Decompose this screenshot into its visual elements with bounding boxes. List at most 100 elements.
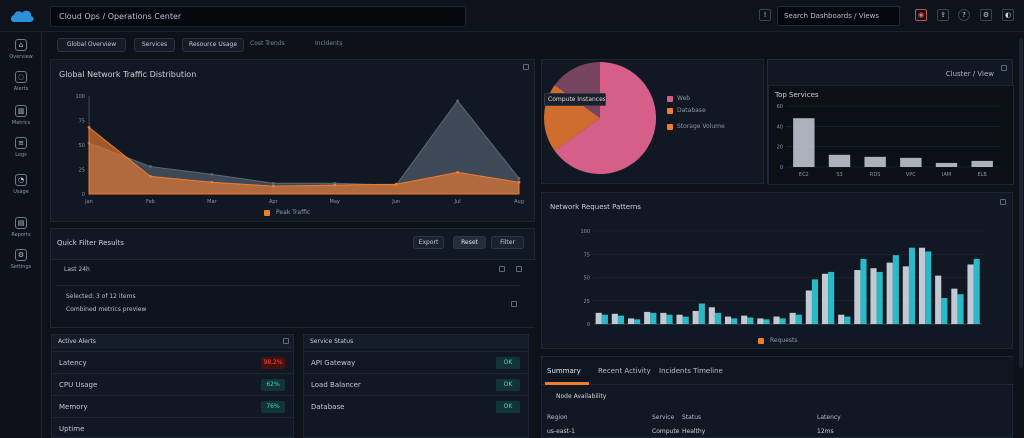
subnav-link-incidents[interactable]: Incidents: [315, 40, 342, 47]
alerts-list-title: Active Alerts: [58, 338, 96, 345]
metric-bar: [821, 273, 829, 324]
list-item[interactable]: Database OK: [304, 395, 528, 417]
status-badge: OK: [496, 379, 520, 391]
subnav-link-cost[interactable]: Cost Trends: [250, 40, 285, 47]
gauge-icon: ◔: [15, 174, 27, 186]
panel-menu-icon[interactable]: [283, 338, 289, 344]
x-tick-label: Jun: [391, 199, 400, 205]
legend-peak-swatch: [264, 210, 270, 216]
table-cell-status: Healthy: [682, 428, 706, 435]
area-point: [210, 180, 214, 184]
filter-panel: Quick Filter Results Export Reset Filter…: [50, 228, 536, 328]
tab-active-indicator: [545, 382, 589, 385]
metric-bar: [617, 315, 625, 324]
metric-bar: [595, 312, 602, 324]
service-bar: [828, 154, 851, 167]
sidebar-item-overview[interactable]: ⌂ Overview: [0, 39, 42, 73]
tab-summary[interactable]: Summary: [547, 367, 581, 375]
filter-button[interactable]: Filter: [491, 236, 524, 249]
close-icon[interactable]: [516, 266, 522, 272]
list-item[interactable]: Latency 98.2%: [52, 351, 293, 373]
service-bar: [793, 118, 815, 167]
list-item-label: API Gateway: [311, 359, 356, 367]
sidebar-item-metrics[interactable]: ▥ Metrics: [0, 105, 42, 139]
list-item[interactable]: CPU Usage 62%: [52, 373, 293, 395]
status-badge: 62%: [261, 379, 285, 391]
metric-bar: [763, 319, 770, 324]
metric-bar: [789, 312, 796, 324]
metric-bar: [854, 270, 861, 324]
sidebar-item-settings[interactable]: ⚙ Settings: [0, 249, 42, 283]
table-cell-region: us-east-1: [547, 428, 575, 435]
metric-bar: [650, 312, 657, 324]
x-tick-label: Apr: [269, 199, 279, 205]
service-bar: [935, 162, 958, 167]
metric-bar: [918, 247, 926, 324]
y-tick-label: 0: [780, 165, 783, 171]
table-subheader: Node Availability: [556, 393, 607, 400]
metric-bar: [682, 316, 689, 324]
list-item[interactable]: API Gateway OK: [304, 351, 528, 373]
services-panel: Cluster / View Top Services 0 20 40 60 EC2 S3…: [767, 59, 1014, 185]
subnav-pill-overview[interactable]: Global Overview: [57, 38, 126, 52]
notification-icon[interactable]: !: [759, 9, 771, 21]
metric-bar: [941, 297, 948, 324]
donut-chart: [544, 62, 656, 174]
metric-bar: [860, 258, 867, 324]
y-tick-label: 75: [79, 119, 85, 125]
legend-db-label: Database: [677, 107, 706, 114]
legend-peak-label: Peak Traffic: [276, 209, 311, 216]
tab-recent-activity[interactable]: Recent Activity: [598, 367, 651, 375]
metric-bar: [634, 319, 641, 324]
subnav-pill-resource[interactable]: Resource Usage: [182, 38, 244, 52]
metric-bar: [601, 314, 608, 324]
sidebar-item-label: Settings: [10, 264, 32, 270]
sidebar-item-logs[interactable]: ≡ Logs: [0, 137, 42, 171]
bell-icon: ◌: [15, 71, 27, 83]
filter-line-2: Combined metrics preview: [66, 306, 147, 313]
row-menu-icon[interactable]: [511, 301, 517, 307]
expand-icon[interactable]: [499, 266, 505, 272]
services-chart: 0 20 40 60 EC2 S3 RDS VPC IAM ELB: [777, 104, 1000, 178]
area-point: [517, 180, 521, 184]
search-input[interactable]: Search Dashboards / Views: [777, 6, 900, 26]
area-point: [210, 173, 214, 176]
sidebar-item-label: Alerts: [13, 86, 29, 92]
list-item[interactable]: Memory 76%: [52, 395, 293, 417]
metric-bar: [957, 294, 964, 324]
sidebar-item-reports[interactable]: ▤ Reports: [0, 217, 42, 251]
share-icon[interactable]: ⇪: [937, 9, 949, 21]
reset-button[interactable]: Reset: [453, 236, 486, 249]
sidebar-item-label: Reports: [11, 232, 31, 238]
alert-icon[interactable]: ◉: [915, 9, 927, 21]
metric-bar: [660, 312, 667, 324]
sidebar: ⌂ Overview ◌ Alerts ▥ Metrics ≡ Logs ◔ U…: [0, 32, 42, 438]
status-badge: OK: [496, 401, 520, 413]
settings-icon[interactable]: ⚙: [980, 9, 992, 21]
sidebar-item-alerts[interactable]: ◌ Alerts: [0, 71, 42, 105]
x-tick-label: S3: [836, 172, 842, 178]
y-tick-label: 100: [580, 229, 590, 235]
list-item-label: Memory: [59, 403, 88, 411]
dashboard-title: Cloud Ops / Operations Center: [50, 6, 466, 27]
list-item[interactable]: Load Balancer OK: [304, 373, 528, 395]
x-tick-label: RDS: [870, 172, 881, 178]
sidebar-item-usage[interactable]: ◔ Usage: [0, 174, 42, 208]
metric-bar: [805, 290, 812, 324]
page-scrollbar[interactable]: [1019, 38, 1023, 368]
donut-panel: Compute Instances Web Database Storage V…: [541, 59, 764, 184]
legend-requests-swatch: [758, 338, 764, 344]
metric-bar: [844, 316, 851, 324]
table-header-status: Status: [682, 414, 702, 421]
list-item[interactable]: Uptime: [52, 417, 293, 438]
service-bar: [864, 156, 886, 167]
cloud-logo-icon[interactable]: [8, 6, 36, 26]
subnav-pill-services[interactable]: Services: [134, 38, 175, 52]
table-header-service: Service: [652, 414, 675, 421]
service-status-title: Service Status: [310, 338, 354, 345]
user-icon[interactable]: ◐: [1002, 9, 1014, 21]
help-icon[interactable]: ?: [958, 9, 970, 21]
table-header-latency: Latency: [817, 414, 841, 421]
tab-incidents-timeline[interactable]: Incidents Timeline: [659, 367, 723, 375]
export-button[interactable]: Export: [413, 236, 444, 249]
